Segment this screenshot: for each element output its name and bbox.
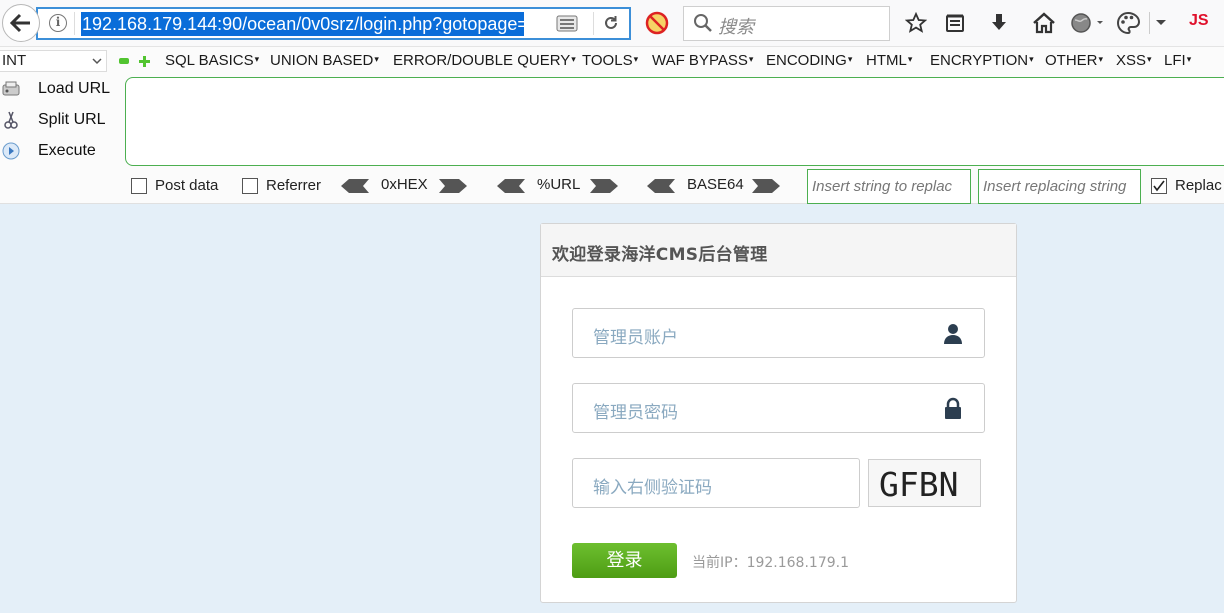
menu-label: ENCODING (766, 52, 847, 69)
menu-label: OTHER (1045, 52, 1098, 69)
decrease-icon[interactable] (119, 58, 129, 64)
insert-string-placeholder: Insert string to replac (812, 178, 953, 195)
insert-replacing-placeholder: Insert replacing string (983, 178, 1127, 195)
execute-button[interactable]: Execute (0, 139, 120, 165)
menu-label: TOOLS (582, 52, 633, 69)
checkmark-icon (1153, 180, 1165, 192)
base64-label: BASE64 (687, 176, 744, 193)
overflow-chevron-icon[interactable] (1152, 9, 1170, 37)
referrer-label: Referrer (266, 177, 322, 194)
menu-label: XSS (1116, 52, 1147, 69)
menu-label: LFI (1164, 52, 1186, 69)
search-bar[interactable]: 搜索 (683, 6, 890, 41)
menu-lfi[interactable]: LFI▾ (1164, 52, 1191, 69)
username-placeholder: 管理员账户 (593, 328, 678, 348)
captcha-image[interactable]: GFBN (868, 459, 981, 507)
scissors-icon (4, 111, 18, 129)
menu-error-double-query[interactable]: ERROR/DOUBLE QUERY▾ (393, 52, 576, 69)
download-icon[interactable] (985, 9, 1013, 37)
url-encode-arrow-icon[interactable] (590, 179, 618, 193)
login-panel-header: 欢迎登录海洋CMS后台管理 (541, 224, 1016, 277)
menu-label: ERROR/DOUBLE QUERY (393, 52, 571, 69)
menu-encoding[interactable]: ENCODING▾ (766, 52, 852, 69)
back-button[interactable] (2, 4, 40, 42)
load-url-label: Load URL (38, 80, 111, 97)
increase-icon[interactable] (139, 56, 150, 67)
menu-html[interactable]: HTML▾ (866, 52, 912, 69)
int-select-value: INT (2, 52, 27, 69)
int-select[interactable]: INT (0, 50, 107, 72)
page-content: 欢迎登录海洋CMS后台管理 管理员账户 管理员密码 输入右侧验证码 GFBN 登… (0, 204, 1224, 613)
home-icon[interactable] (1030, 9, 1058, 37)
menu-label: WAF BYPASS (652, 52, 748, 69)
url-divider (74, 12, 75, 35)
menu-xss[interactable]: XSS▾ (1116, 52, 1152, 69)
menu-waf-bypass[interactable]: WAF BYPASS▾ (652, 52, 753, 69)
url-text[interactable]: 192.168.179.144:90/ocean/0v0srz/login.ph… (81, 12, 524, 36)
password-field[interactable]: 管理员密码 (572, 383, 985, 433)
hackbar-panel: INT SQL BASICS▾ UNION BASED▾ ERROR/DOUBL… (0, 47, 1224, 204)
menu-sql-basics[interactable]: SQL BASICS▾ (165, 52, 259, 69)
base64-decode-arrow-icon[interactable] (647, 179, 675, 193)
checkbox-box (131, 178, 147, 194)
back-arrow-icon (10, 13, 30, 33)
load-url-icon (2, 81, 20, 96)
chevron-down-icon (92, 58, 102, 65)
menu-label: SQL BASICS (165, 52, 254, 69)
captcha-text: GFBN (879, 465, 959, 504)
palette-icon[interactable] (1113, 9, 1145, 37)
hackbar-url-textarea[interactable] (125, 77, 1224, 166)
login-title: 欢迎登录海洋CMS后台管理 (552, 245, 768, 265)
split-url-button[interactable]: Split URL (0, 108, 120, 134)
load-url-button[interactable]: Load URL (0, 77, 120, 103)
checkbox-box (242, 178, 258, 194)
search-icon (694, 14, 712, 32)
globe-menu-icon[interactable] (1068, 9, 1108, 37)
reader-view-icon[interactable] (556, 15, 578, 32)
menu-label: HTML (866, 52, 907, 69)
js-switch-icon[interactable]: JS (1189, 12, 1209, 30)
replace-all-label: Replac (1175, 177, 1222, 194)
checkbox-box-checked (1151, 178, 1167, 194)
post-data-label: Post data (155, 177, 219, 194)
current-ip-label: 当前IP：192.168.179.1 (692, 555, 849, 571)
menu-union-based[interactable]: UNION BASED▾ (270, 52, 379, 69)
url-decode-arrow-icon[interactable] (497, 179, 525, 193)
url-divider-2 (593, 12, 594, 35)
play-icon (2, 142, 20, 160)
toolbar-separator (1149, 12, 1150, 34)
split-url-label: Split URL (38, 111, 106, 128)
hex-encode-arrow-icon[interactable] (439, 179, 467, 193)
hex-decode-arrow-icon[interactable] (341, 179, 369, 193)
login-button[interactable]: 登录 (572, 543, 677, 578)
noscript-icon[interactable] (643, 9, 671, 37)
menu-tools[interactable]: TOOLS▾ (582, 52, 638, 69)
menu-label: ENCRYPTION (930, 52, 1029, 69)
base64-encode-arrow-icon[interactable] (752, 179, 780, 193)
password-placeholder: 管理员密码 (593, 403, 678, 423)
url-bar[interactable]: i 192.168.179.144:90/ocean/0v0srz/login.… (36, 7, 631, 40)
hex-label: 0xHEX (381, 176, 428, 193)
username-field[interactable]: 管理员账户 (572, 308, 985, 358)
insert-replacing-input[interactable]: Insert replacing string (978, 169, 1141, 204)
library-icon[interactable] (941, 9, 969, 37)
menu-label: UNION BASED (270, 52, 374, 69)
browser-toolbar: i 192.168.179.144:90/ocean/0v0srz/login.… (0, 0, 1224, 47)
menu-other[interactable]: OTHER▾ (1045, 52, 1103, 69)
site-info-icon[interactable]: i (49, 14, 67, 32)
bookmark-star-icon[interactable] (902, 9, 930, 37)
execute-label: Execute (38, 142, 96, 159)
login-panel: 欢迎登录海洋CMS后台管理 管理员账户 管理员密码 输入右侧验证码 GFBN 登… (540, 223, 1017, 603)
url-encode-label: %URL (537, 176, 581, 193)
captcha-placeholder: 输入右侧验证码 (593, 478, 712, 498)
captcha-field[interactable]: 输入右侧验证码 (572, 458, 860, 508)
reload-icon[interactable] (599, 11, 623, 35)
insert-string-input[interactable]: Insert string to replac (807, 169, 971, 204)
lock-icon (945, 397, 961, 419)
user-icon (944, 324, 962, 344)
menu-encryption[interactable]: ENCRYPTION▾ (930, 52, 1034, 69)
search-placeholder: 搜索 (718, 17, 754, 38)
